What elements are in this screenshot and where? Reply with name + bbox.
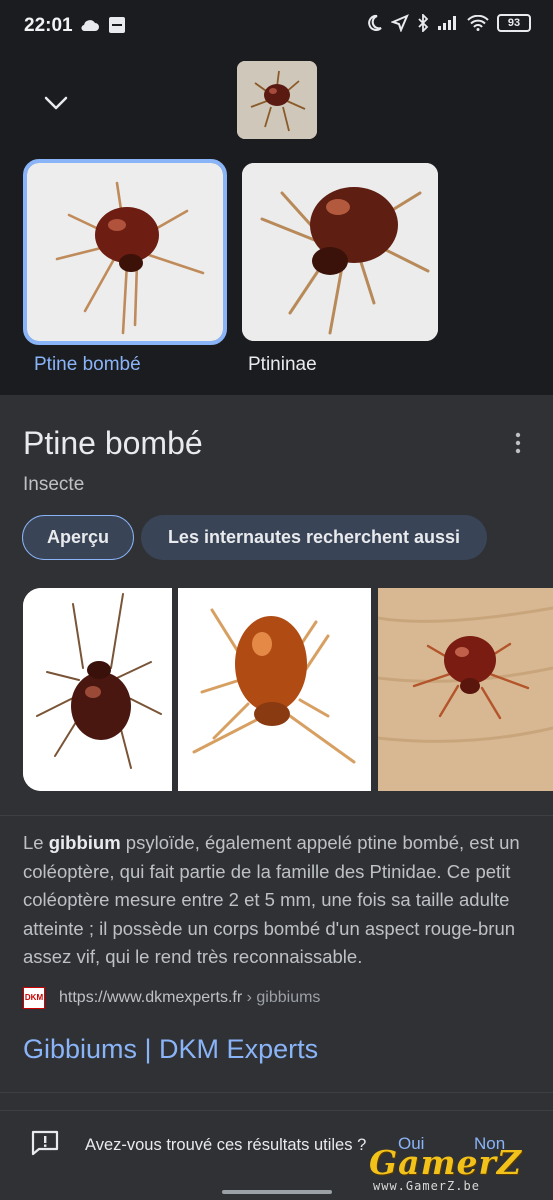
description-prefix: Le [23,832,49,853]
match-label-ptininae[interactable]: Ptininae [248,354,317,376]
source-path: › gibbiums [242,989,321,1006]
source-url: https://www.dkmexperts.fr › gibbiums [59,989,320,1007]
ifttt-icon [109,17,125,33]
description-bold-term: gibbium [48,832,121,853]
image-gallery [23,588,553,791]
source-favicon: DKM [23,987,45,1009]
result-link[interactable]: Gibbiums | DKM Experts [23,1034,318,1065]
divider [0,815,553,816]
battery-icon: 93 [497,14,531,32]
entity-type: Insecte [23,474,85,495]
bluetooth-icon [418,14,429,32]
entity-description: Le gibbium psyloïde, également appelé pt… [23,829,533,972]
feedback-question: Avez-vous trouvé ces résultats utiles ? [85,1136,367,1154]
lens-header: Ptine bombé Ptininae [0,52,553,395]
watermark-text: GamerZ [369,1143,522,1182]
feedback-icon [31,1130,59,1156]
wifi-icon [467,15,489,31]
status-time: 22:01 [24,15,73,36]
divider [0,1092,553,1093]
status-bar: 22:01 93 [0,0,553,52]
source-attribution[interactable]: DKM https://www.dkmexperts.fr › gibbiums [23,987,320,1009]
page-title: Ptine bombé [23,425,203,461]
tab-people-also-search[interactable]: Les internautes recherchent aussi [141,515,487,560]
gallery-image[interactable] [178,588,371,791]
visual-match-card-ptininae[interactable] [242,163,438,341]
gallery-image[interactable] [378,588,553,791]
cloud-icon [81,20,99,32]
watermark-logo: GamerZ www.GamerZ.be [367,1143,553,1200]
location-arrow-icon [391,14,409,32]
tab-apercu[interactable]: Aperçu [22,515,134,560]
home-indicator[interactable] [222,1190,332,1194]
watermark-url: www.GamerZ.be [373,1179,480,1193]
chevron-down-icon[interactable] [40,86,72,118]
match-label-ptine-bombe[interactable]: Ptine bombé [34,354,141,376]
gallery-image[interactable] [23,588,172,791]
more-vert-icon[interactable] [511,431,525,455]
knowledge-panel: Ptine bombé Insecte Aperçu Les internaut… [0,395,553,1115]
moon-icon [368,14,382,31]
visual-match-card-ptine-bombe[interactable] [23,159,227,345]
query-image-thumbnail[interactable] [237,61,317,139]
source-domain: https://www.dkmexperts.fr [59,989,243,1006]
signal-icon [438,16,456,30]
